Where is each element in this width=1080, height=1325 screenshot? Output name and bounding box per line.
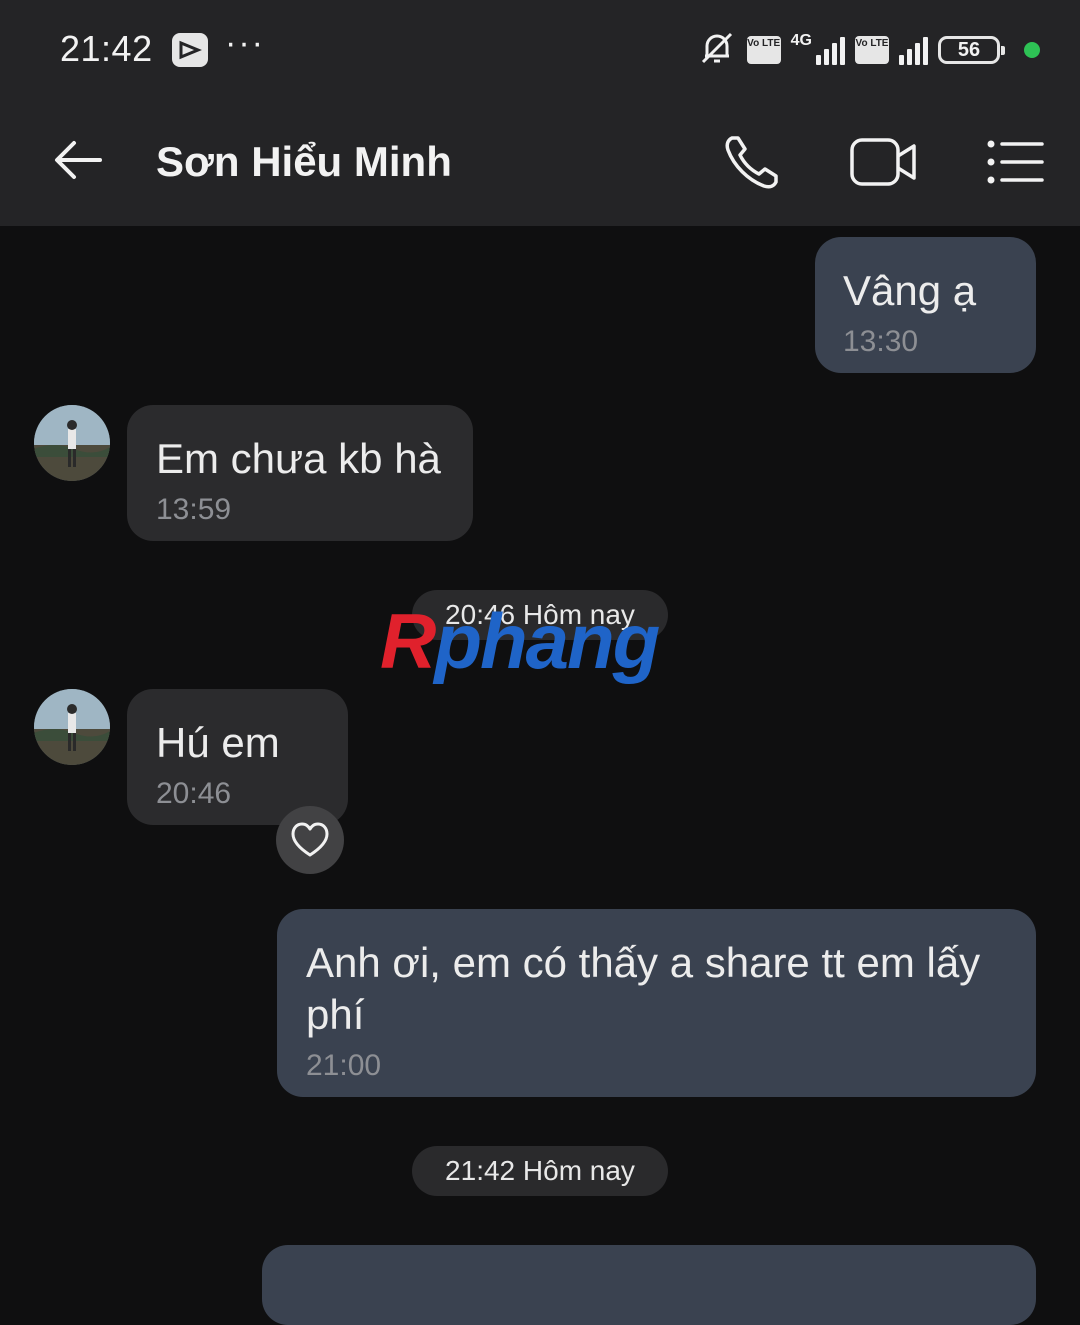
status-icons: Vo LTE 4G Vo LTE 56 (697, 30, 1040, 70)
status-bar: 21:42 ··· Vo LTE 4G Vo LTE 56 (0, 0, 1080, 100)
status-time: 21:42 (60, 28, 153, 69)
phone-icon[interactable] (718, 130, 788, 194)
watermark-logo: Rphang (380, 596, 660, 687)
chat-header: Sơn Hiểu Minh (0, 100, 1080, 226)
avatar[interactable] (34, 405, 110, 481)
message-text: Em chưa kb hà (156, 435, 441, 482)
video-camera-icon[interactable] (848, 130, 918, 194)
more-icon: ··· (225, 24, 265, 62)
message-bubble-incoming[interactable]: Em chưa kb hà 13:59 (127, 405, 473, 541)
watermark-text-blue: phang (434, 597, 660, 685)
menu-list-icon[interactable] (984, 130, 1054, 194)
heart-icon[interactable] (276, 806, 344, 874)
message-text: Anh ơi, em có thấy a share tt em lấy phí (306, 939, 981, 1038)
message-bubble-outgoing[interactable]: Anh ơi, em có thấy a share tt em lấy phí… (277, 909, 1036, 1097)
message-bubble-outgoing-partial[interactable] (262, 1245, 1036, 1325)
mute-bell-icon (697, 28, 737, 73)
volte-icon: Vo LTE (746, 36, 781, 64)
message-text: Hú em (156, 719, 280, 766)
volte-icon: Vo LTE (855, 36, 889, 64)
network-type: 4G (790, 32, 812, 49)
signal-icon (816, 35, 845, 65)
watermark-text-red: R (380, 597, 436, 685)
contact-name[interactable]: Sơn Hiểu Minh (156, 138, 452, 186)
status-dot (1024, 42, 1040, 58)
back-arrow-icon[interactable] (48, 130, 108, 190)
signal-icon (899, 35, 928, 65)
avatar[interactable] (34, 689, 110, 765)
message-time: 21:00 (306, 1049, 382, 1082)
message-bubble-outgoing[interactable]: Vâng ạ 13:30 (815, 237, 1036, 373)
message-time: 13:59 (156, 493, 232, 526)
battery-icon: 56 (938, 36, 1005, 64)
message-bubble-incoming[interactable]: Hú em 20:46 (127, 689, 348, 825)
message-text: Vâng ạ (843, 267, 977, 314)
app-icon (172, 33, 208, 67)
date-divider: 21:42 Hôm nay (412, 1146, 668, 1196)
message-time: 13:30 (843, 325, 919, 358)
